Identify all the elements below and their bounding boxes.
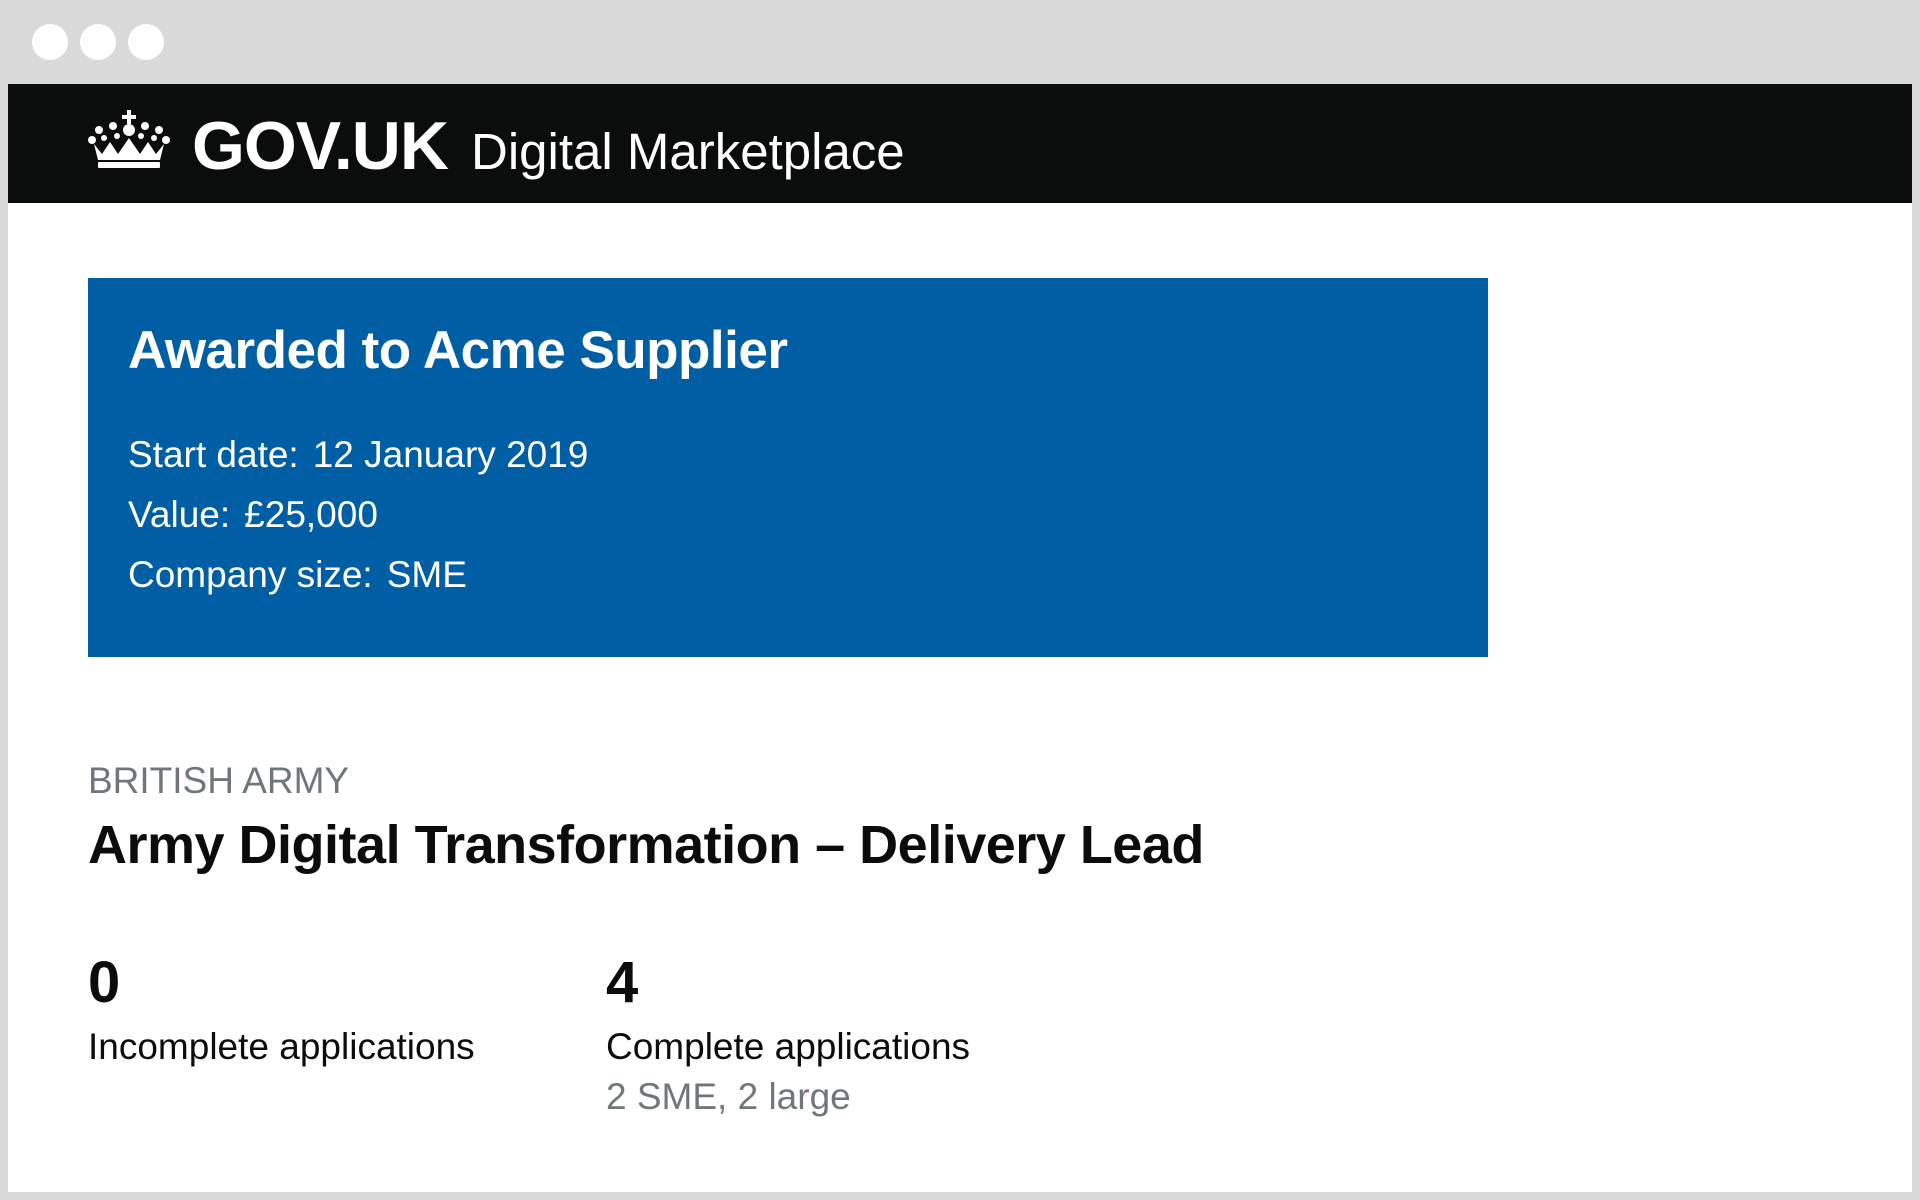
company-size-value: SME <box>386 554 467 595</box>
complete-applications-label: Complete applications <box>606 1026 971 1067</box>
window-close-button[interactable] <box>32 24 68 60</box>
complete-applications-breakdown: 2 SME, 2 large <box>606 1076 851 1117</box>
award-notice-panel: Awarded to Acme Supplier Start date: 12 J… <box>88 278 1488 657</box>
complete-applications-count: 4 <box>606 950 639 1015</box>
page-viewport: GOV.UK Digital Marketplace Awarded to Ac… <box>8 84 1912 1192</box>
incomplete-applications-count: 0 <box>88 950 121 1015</box>
incomplete-applications-label: Incomplete applications <box>88 1026 475 1067</box>
company-size-row: Company size: SME <box>128 552 467 598</box>
govuk-header: GOV.UK Digital Marketplace <box>8 84 1912 203</box>
service-name-link[interactable]: Digital Marketplace <box>471 120 905 184</box>
start-date-value: 12 January 2019 <box>312 434 589 475</box>
crown-icon[interactable] <box>88 110 170 170</box>
value-label: Value: <box>128 494 231 535</box>
incomplete-applications-stat: 0 Incomplete applications <box>88 948 475 1070</box>
company-size-label: Company size: <box>128 554 373 595</box>
award-title: Awarded to Acme Supplier <box>128 321 788 380</box>
value-row: Value: £25,000 <box>128 492 378 538</box>
govuk-wordmark[interactable]: GOV.UK <box>192 106 449 186</box>
browser-window: GOV.UK Digital Marketplace Awarded to Ac… <box>0 0 1920 1200</box>
start-date-label: Start date: <box>128 434 299 475</box>
start-date-row: Start date: 12 January 2019 <box>128 432 588 478</box>
organisation-name: BRITISH ARMY <box>88 760 350 801</box>
window-titlebar <box>0 0 1920 84</box>
window-maximize-button[interactable] <box>128 24 164 60</box>
complete-applications-stat: 4 Complete applications 2 SME, 2 large <box>606 948 970 1120</box>
window-minimize-button[interactable] <box>80 24 116 60</box>
page-title: Army Digital Transformation – Delivery L… <box>88 815 1204 875</box>
value-amount: £25,000 <box>244 494 378 535</box>
